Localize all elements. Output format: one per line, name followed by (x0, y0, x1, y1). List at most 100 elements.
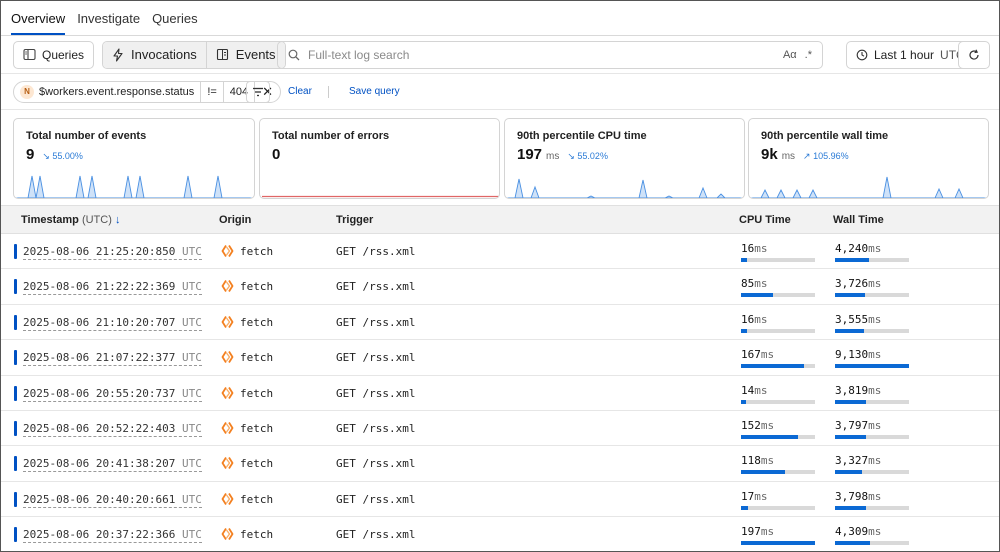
filter-operator[interactable]: != (200, 81, 222, 102)
wall-time-bar-fill (835, 364, 909, 369)
table-row[interactable]: 2025-08-06 21:22:22:369 UTC fetch GET /rss… (1, 269, 999, 305)
header-trigger[interactable]: Trigger (336, 214, 373, 226)
cpu-time-unit: ms (760, 348, 775, 362)
table-row[interactable]: 2025-08-06 21:07:22:377 UTC fetch GET /rss… (1, 340, 999, 376)
workers-logo-icon (221, 421, 234, 434)
wall-time-bar-fill (835, 505, 867, 510)
table-row[interactable]: 2025-08-06 20:52:22:403 UTC fetch GET /rss… (1, 411, 999, 447)
header-wall-time[interactable]: Wall Time (833, 214, 884, 226)
card-title: Total number of errors (272, 130, 390, 142)
log-search[interactable]: Aα .* (277, 41, 823, 69)
workers-logo-icon (221, 280, 234, 293)
events-toggle[interactable]: Events (205, 41, 285, 68)
cpu-card[interactable]: 90th percentile CPU time 197 ms ↘ 55.02% (504, 118, 745, 199)
timestamp-tz: UTC (181, 245, 202, 258)
clear-filters-link[interactable]: Clear (288, 86, 312, 97)
cpu-time-value: 16 (741, 312, 755, 326)
trigger-cell: GET /rss.xml (336, 492, 416, 506)
timestamp-cell[interactable]: 2025-08-06 20:52:22:403 UTC (23, 422, 202, 437)
wall-time-value: 3,555 (835, 312, 869, 326)
regex-icon[interactable]: .* (805, 49, 812, 61)
wall-time-value: 3,797 (835, 418, 869, 432)
timestamp-cell[interactable]: 2025-08-06 21:25:20:850 UTC (23, 245, 202, 260)
origin-cell: fetch (240, 351, 274, 365)
table-row[interactable]: 2025-08-06 20:40:20:661 UTC fetch GET /rss… (1, 482, 999, 518)
timestamp-value: 2025-08-06 20:40:20:661 (23, 492, 176, 506)
timestamp-cell[interactable]: 2025-08-06 20:37:22:366 UTC (23, 528, 202, 544)
cpu-time-bar-fill (741, 541, 815, 546)
wall-time-value: 3,819 (835, 383, 869, 397)
wall-time-bar-fill (835, 293, 866, 298)
events-label: Events (235, 47, 276, 62)
wall-time-unit: ms (868, 525, 882, 539)
tab-overview[interactable]: Overview (11, 11, 66, 35)
timestamp-cell[interactable]: 2025-08-06 20:41:38:207 UTC (23, 457, 202, 473)
wall-time-bar (835, 505, 909, 510)
refresh-button[interactable] (958, 41, 990, 69)
sort-down-icon[interactable]: ↓ (115, 214, 121, 226)
card-value: 197 ms ↘ 55.02% (517, 146, 608, 163)
view-toggle: Invocations Events (102, 40, 286, 69)
trigger-cell: GET /rss.xml (336, 351, 416, 365)
header-timestamp[interactable]: Timestamp (UTC) ↓ (21, 214, 120, 226)
card-value: 9k ms ↗ 105.96% (761, 146, 849, 163)
timestamp-cell[interactable]: 2025-08-06 21:22:22:369 UTC (23, 280, 202, 296)
wall-time-bar (835, 470, 909, 475)
card-value-number: 0 (272, 146, 281, 163)
header-origin[interactable]: Origin (219, 214, 251, 226)
trigger-cell: GET /rss.xml (336, 386, 416, 400)
header-timestamp-label: Timestamp (21, 214, 79, 226)
queries-button[interactable]: Queries (13, 40, 95, 69)
tab-queries[interactable]: Queries (152, 11, 198, 35)
table-row[interactable]: 2025-08-06 21:10:20:707 UTC fetch GET /rss… (1, 305, 999, 341)
save-query-link[interactable]: Save query (349, 86, 400, 97)
origin-cell: fetch (240, 386, 274, 400)
timestamp-value: 2025-08-06 20:37:22:366 (23, 528, 176, 542)
tab-investigate[interactable]: Investigate (77, 11, 140, 35)
errors-card[interactable]: Total number of errors 0 (259, 118, 500, 199)
timestamp-cell[interactable]: 2025-08-06 20:55:20:737 UTC (23, 387, 202, 402)
time-range-picker[interactable]: Last 1 hour UTC (846, 41, 975, 69)
match-case-icon[interactable]: Aα (783, 49, 797, 61)
timestamp-cell[interactable]: 2025-08-06 21:07:22:377 UTC (23, 351, 202, 367)
cpu-time-bar (741, 328, 815, 333)
wall-time-card[interactable]: 90th percentile wall time 9k ms ↗ 105.96… (748, 118, 989, 199)
clock-icon (856, 49, 868, 61)
wall-time-unit: ms (868, 383, 882, 397)
cpu-time-value: 85 (741, 277, 755, 291)
cpu-time-bar (741, 399, 815, 404)
level-marker (14, 491, 17, 507)
timestamp-value: 2025-08-06 21:10:20:707 (23, 315, 176, 329)
search-input[interactable] (308, 48, 775, 62)
timestamp-cell[interactable]: 2025-08-06 20:40:20:661 UTC (23, 493, 202, 508)
add-filter-button[interactable] (246, 81, 270, 103)
origin-cell: fetch (240, 421, 274, 435)
card-change: ↘ 55.02% (567, 151, 608, 161)
wall-time-bar-fill (835, 258, 870, 262)
table-row[interactable]: 2025-08-06 21:25:20:850 UTC fetch GET /rss… (1, 234, 999, 270)
header-cpu-time[interactable]: CPU Time (739, 214, 791, 226)
card-value-number: 9 (26, 146, 35, 163)
table-row[interactable]: 2025-08-06 20:41:38:207 UTC fetch GET /rss… (1, 446, 999, 482)
invocations-toggle[interactable]: Invocations (103, 41, 206, 68)
timestamp-cell[interactable]: 2025-08-06 21:10:20:707 UTC (23, 316, 202, 331)
events-card[interactable]: Total number of events 9 ↘ 55.00% (13, 118, 255, 199)
filter-field[interactable]: $workers.event.response.status (39, 82, 200, 102)
wall-time-cell: 3,798ms (835, 490, 881, 503)
wall-time-bar (835, 434, 909, 439)
filter-icon (253, 87, 263, 97)
card-change: ↘ 55.00% (42, 151, 83, 161)
table-row[interactable]: 2025-08-06 20:55:20:737 UTC fetch GET /rss… (1, 376, 999, 411)
timestamp-tz: UTC (181, 315, 202, 329)
cpu-time-bar-fill (741, 258, 747, 262)
wall-time-value: 3,798 (835, 489, 869, 503)
filter-chip[interactable]: N $workers.event.response.status != 404 … (13, 80, 282, 103)
trigger-cell: GET /rss.xml (336, 245, 416, 258)
table-row[interactable]: 2025-08-06 20:37:22:366 UTC fetch GET /rss… (1, 517, 999, 552)
cpu-time-bar (741, 470, 815, 475)
card-value-number: 197 (517, 146, 543, 163)
wall-time-sparkline (749, 176, 988, 198)
timestamp-tz: UTC (181, 386, 202, 400)
card-change: ↗ 105.96% (803, 151, 849, 161)
wall-time-value: 4,309 (835, 525, 869, 539)
